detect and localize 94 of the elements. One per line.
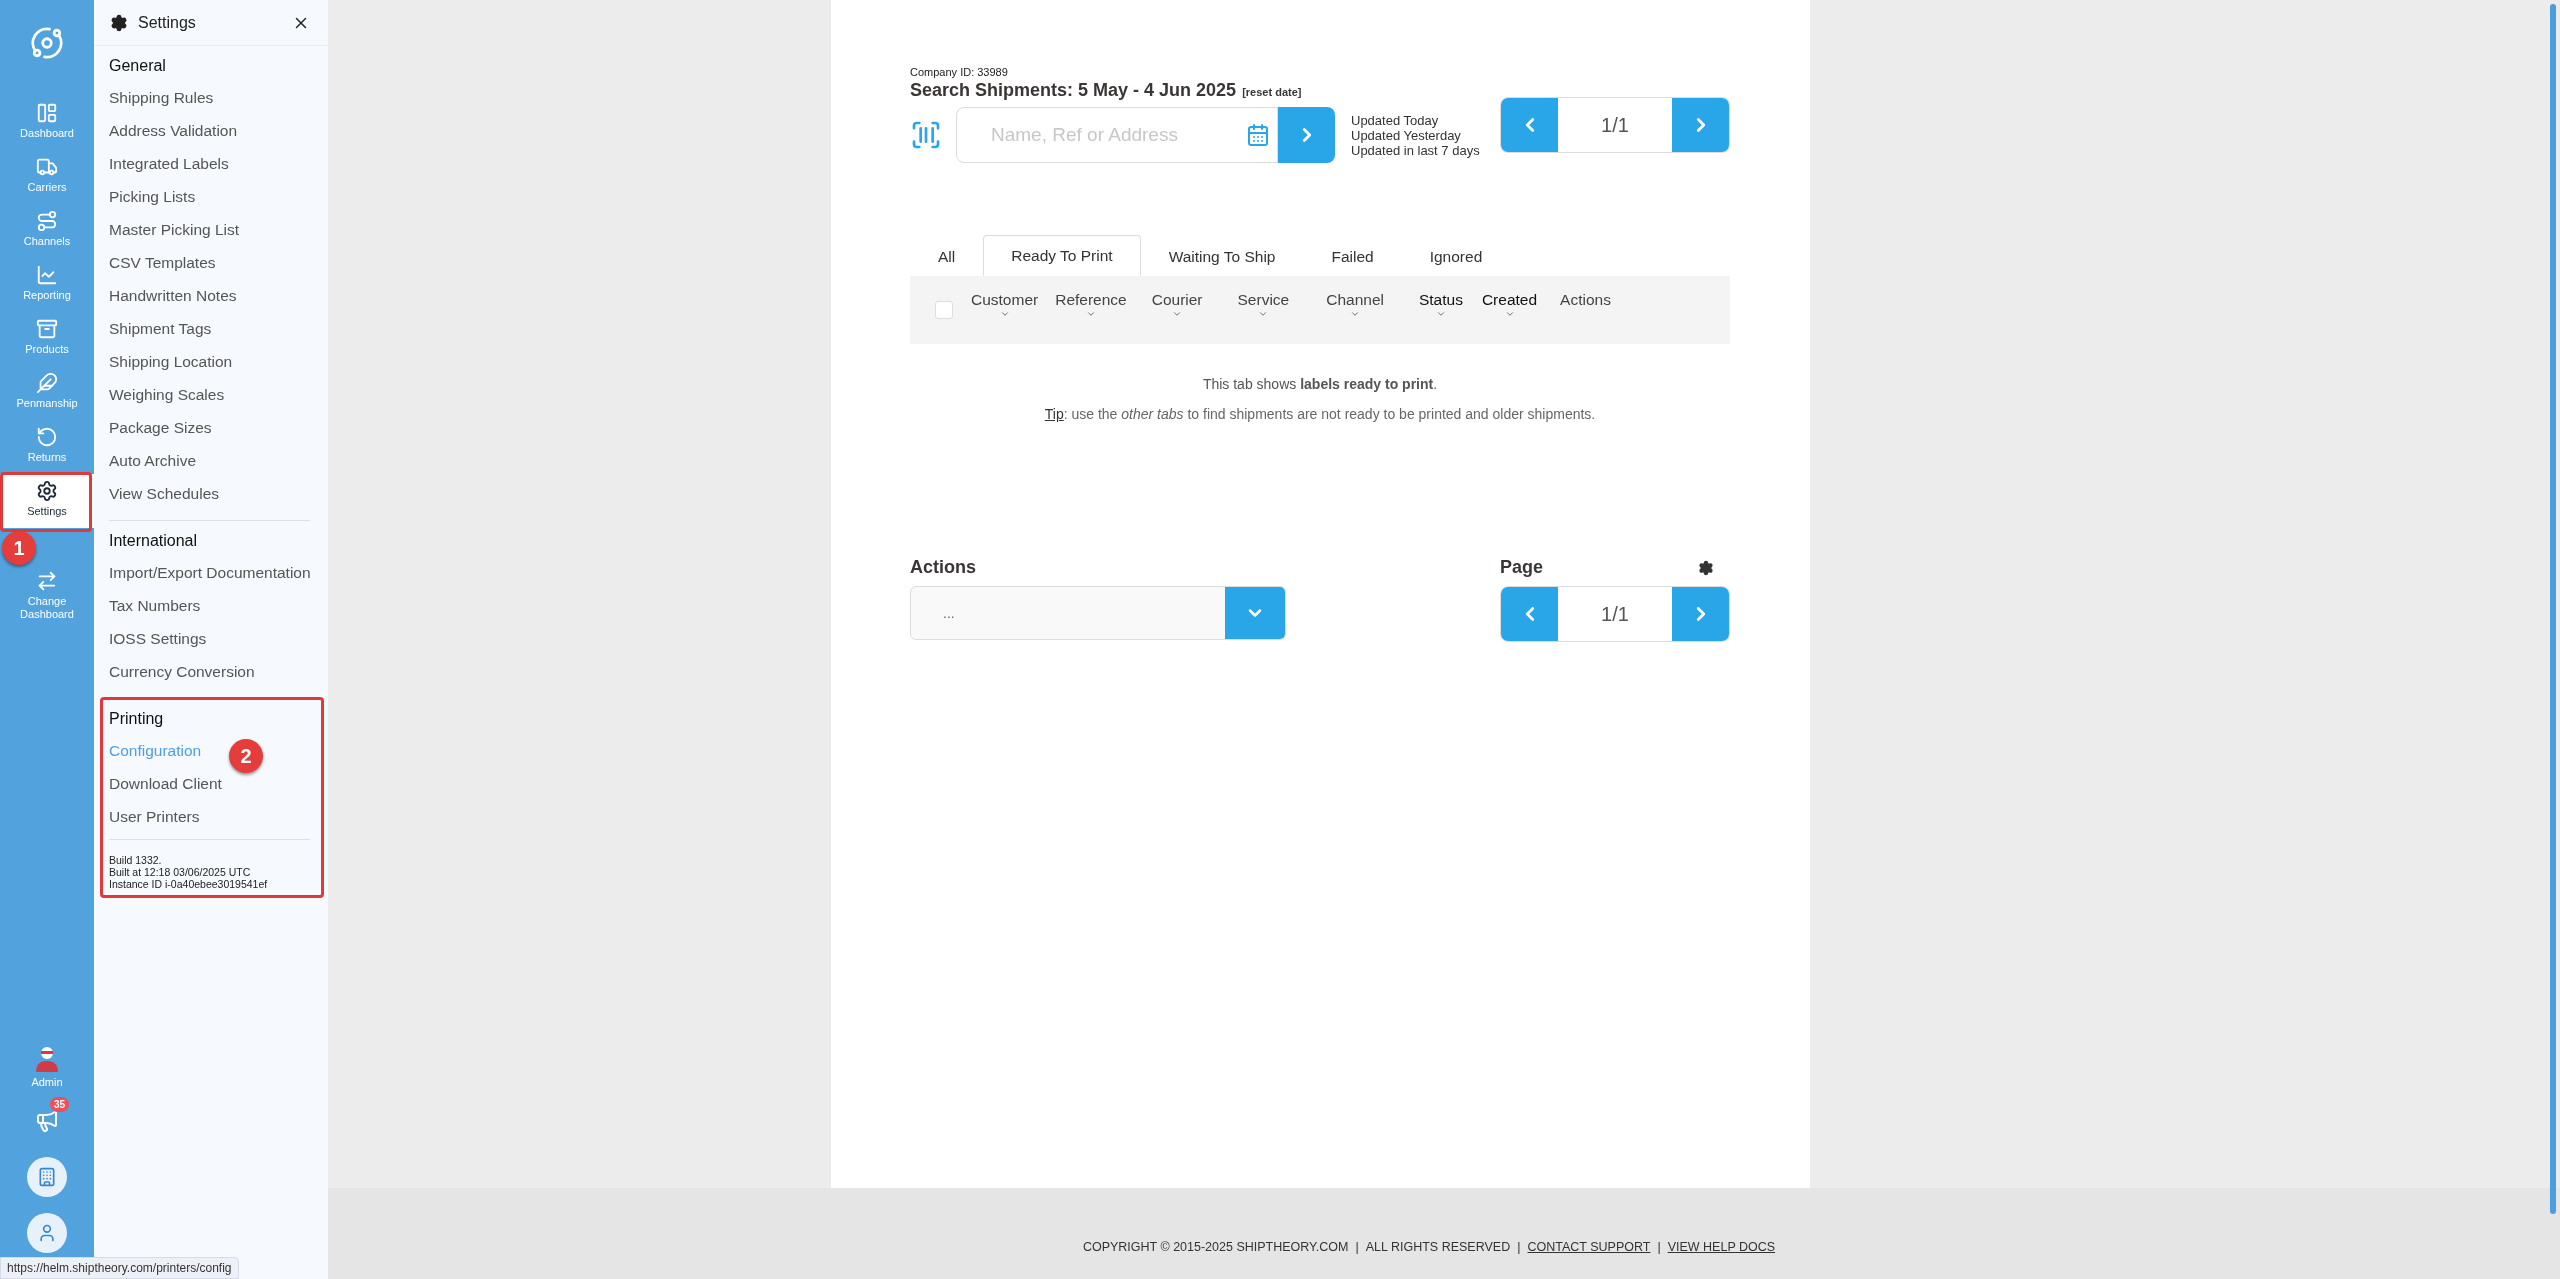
build-info-text: Instance ID i-0a40ebee3019541ef: [109, 878, 269, 890]
sort-caret-icon: [1504, 309, 1515, 319]
settings-link[interactable]: Tax Numbers: [109, 589, 201, 622]
column-header[interactable]: Status: [1418, 291, 1480, 329]
sort-caret-icon: [999, 309, 1010, 319]
settings-link[interactable]: Address Validation: [109, 114, 238, 147]
column-header[interactable]: Channel: [1326, 291, 1401, 329]
section-heading: Printing: [109, 709, 165, 729]
page-label: Page: [1500, 557, 1544, 578]
column-header[interactable]: Actions: [1560, 291, 1628, 329]
settings-link[interactable]: Integrated Labels: [109, 147, 229, 180]
footer-link[interactable]: VIEW HELP DOCS: [1667, 1240, 1776, 1254]
separator: |: [1355, 1240, 1359, 1254]
logo-icon: [30, 26, 64, 60]
swap-arrows-icon: [36, 570, 58, 592]
user-icon: [37, 1223, 57, 1243]
section-heading: General: [109, 56, 167, 76]
feather-icon: [36, 372, 58, 394]
settings-icon[interactable]: [1698, 559, 1714, 576]
footer-text: COPYRIGHT © 2015-2025 SHIPTHEORY.COM: [1082, 1240, 1349, 1254]
company-button[interactable]: [27, 1157, 67, 1197]
layout-icon: [36, 102, 58, 124]
calendar-icon[interactable]: [1246, 123, 1270, 147]
separator: |: [1657, 1240, 1661, 1254]
settings-link[interactable]: Auto Archive: [109, 444, 197, 477]
sort-caret-icon: [1085, 309, 1096, 319]
settings-link[interactable]: View Schedules: [109, 477, 219, 510]
settings-link[interactable]: User Printers: [109, 800, 200, 833]
tip-link[interactable]: Tip: [1044, 406, 1064, 422]
settings-link[interactable]: Download Client: [109, 767, 222, 800]
profile-button[interactable]: [27, 1213, 67, 1253]
return-icon: [36, 426, 58, 448]
step-marker: 1: [2, 531, 36, 565]
sidebar-nav-item[interactable]: Settings: [0, 474, 94, 528]
next-page-button[interactable]: [1672, 587, 1729, 641]
sort-caret-icon: [1258, 309, 1269, 319]
settings-link[interactable]: Weighing Scales: [109, 378, 225, 411]
settings-link[interactable]: Currency Conversion: [109, 655, 255, 688]
panel-title: Settings: [138, 13, 197, 32]
settings-link[interactable]: Shipment Tags: [109, 312, 212, 345]
settings-link[interactable]: Handwritten Notes: [109, 279, 237, 312]
settings-link[interactable]: Shipping Location: [109, 345, 233, 378]
megaphone-icon[interactable]: [35, 1109, 59, 1133]
build-info-text: Build 1332.: [109, 854, 163, 866]
settings-link[interactable]: Import/Export Documentation: [109, 556, 311, 589]
select-all-checkbox[interactable]: [935, 301, 953, 319]
section-heading: International: [109, 531, 199, 551]
quick-filter-link[interactable]: Updated Yesterday: [1351, 127, 1480, 143]
archive-box-icon: [36, 318, 58, 340]
search-field[interactable]: Name, Ref or Address: [956, 107, 1278, 163]
notification-count: 35: [49, 1097, 69, 1112]
building-icon: [37, 1167, 57, 1187]
truck-icon: [36, 156, 58, 178]
tip-text: : use the other tabs to find shipments are not ready to be printed and older shipments.: [1063, 406, 1596, 422]
footer-text: ALL RIGHTS RESERVED: [1365, 1240, 1511, 1254]
status-bar-url: https://helm.shiptheory.com/printers/config: [0, 1257, 239, 1279]
step-marker: 2: [229, 739, 263, 773]
sort-caret-icon: [1350, 309, 1361, 319]
admin-person-icon: [34, 1045, 60, 1073]
route-icon: [36, 210, 58, 232]
settings-link[interactable]: CSV Templates: [109, 246, 216, 279]
tab[interactable]: Ready To Print: [983, 235, 1141, 276]
quick-filter-link[interactable]: Updated Today: [1351, 112, 1480, 128]
company-id: Company ID: 33989: [910, 66, 1009, 78]
page-title: Search Shipments: 5 May - 4 Jun 2025: [910, 80, 1237, 101]
column-header[interactable]: Reference: [1055, 291, 1144, 329]
sort-caret-icon: [1172, 309, 1183, 319]
actions-label: Actions: [910, 557, 977, 578]
sort-caret-icon: [1435, 309, 1446, 319]
settings-link[interactable]: IOSS Settings: [109, 622, 207, 655]
barcode-scanner-icon[interactable]: [910, 119, 942, 151]
settings-link[interactable]: Picking Lists: [109, 180, 196, 213]
next-page-button[interactable]: [1672, 98, 1729, 152]
build-info-text: Built at 12:18 03/06/2025 UTC: [109, 866, 252, 878]
scrollbar[interactable]: [2550, 4, 2556, 1214]
column-header[interactable]: Created: [1481, 291, 1555, 329]
settings-icon: [110, 13, 128, 32]
column-header[interactable]: Service: [1237, 291, 1307, 329]
column-header[interactable]: Customer: [971, 291, 1056, 329]
settings-link[interactable]: Master Picking List: [109, 213, 240, 246]
previous-page-button[interactable]: [1501, 587, 1558, 641]
settings-icon: [36, 480, 58, 502]
reset-date-link[interactable]: [reset date]: [1242, 86, 1302, 98]
actions-dropdown[interactable]: ...: [910, 586, 1286, 640]
column-header[interactable]: Courier: [1151, 291, 1220, 329]
settings-link[interactable]: Shipping Rules: [109, 81, 214, 114]
quick-filter-link[interactable]: Updated in last 7 days: [1351, 142, 1480, 158]
empty-state-message: This tab shows labels ready to print.: [1201, 376, 1439, 392]
search-button[interactable]: [1278, 107, 1335, 163]
separator: |: [1517, 1240, 1521, 1254]
line-chart-icon: [36, 264, 58, 286]
previous-page-button[interactable]: [1501, 98, 1558, 152]
settings-link[interactable]: Package Sizes: [109, 411, 212, 444]
footer-link[interactable]: CONTACT SUPPORT: [1527, 1240, 1651, 1254]
